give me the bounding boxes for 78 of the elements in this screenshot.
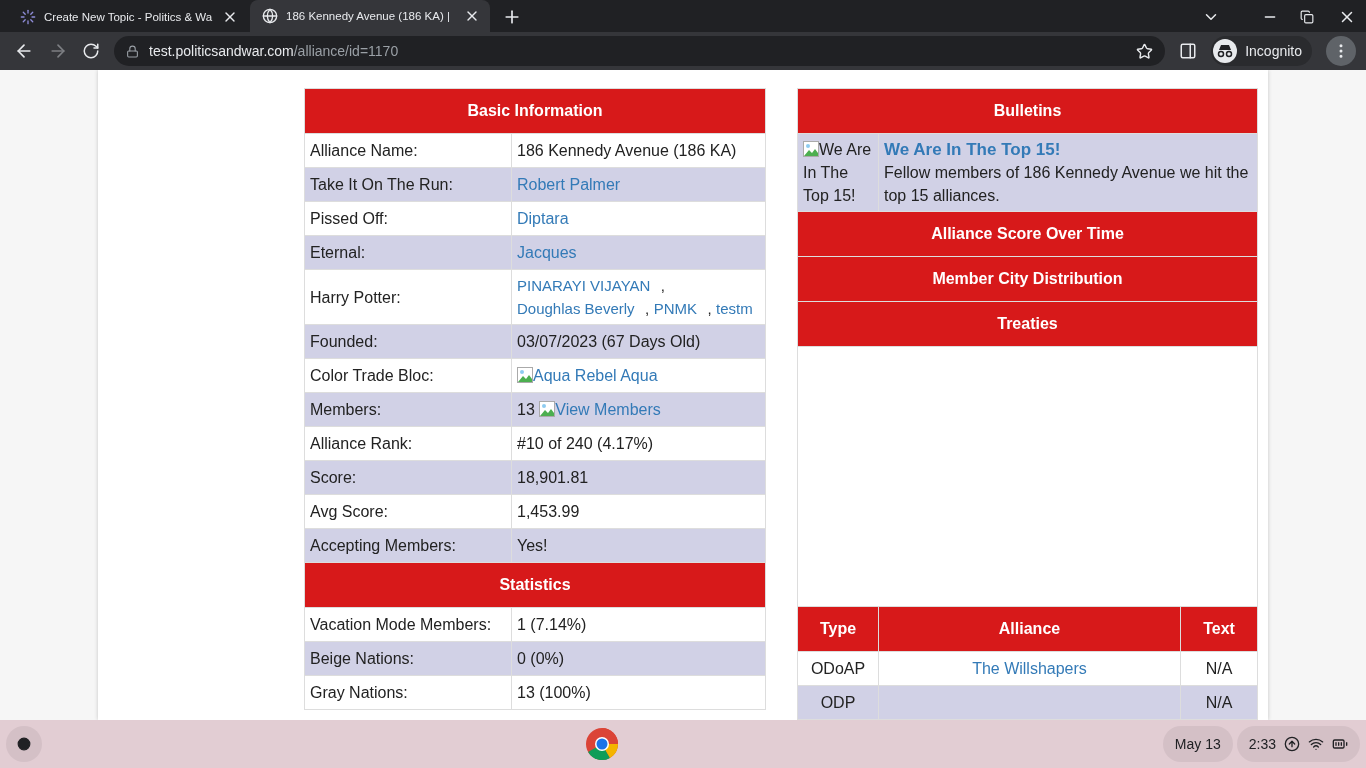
label-cell: Score: xyxy=(304,460,512,495)
value-text: Yes! xyxy=(517,537,548,554)
value-text: 13 xyxy=(517,401,535,418)
label-cell: Color Trade Bloc: xyxy=(304,358,512,393)
status-area[interactable]: 2:33 xyxy=(1236,726,1360,762)
broken-image-icon xyxy=(517,367,533,383)
globe-icon xyxy=(262,8,278,24)
value-text: 03/07/2023 (67 Days Old) xyxy=(517,333,701,350)
label-cell: Avg Score: xyxy=(304,494,512,529)
table-cell: N/A xyxy=(1180,685,1258,720)
url-text: test.politicsandwar.com/alliance/id=1170 xyxy=(149,43,399,59)
bulletin-title[interactable]: We Are In The Top 15! xyxy=(884,138,1252,161)
browser-icon[interactable] xyxy=(585,727,620,761)
star-icon[interactable] xyxy=(1136,42,1154,60)
name-link[interactable]: PINARAYI VIJAYAN xyxy=(517,277,657,294)
date-display[interactable]: May 13 xyxy=(1162,726,1233,762)
label-cell: Take It On The Run: xyxy=(304,167,512,202)
label-cell: Eternal: xyxy=(304,235,512,270)
browser-tab[interactable]: 186 Kennedy Avenue (186 KA) | xyxy=(250,0,490,32)
label-cell: Alliance Name: xyxy=(304,133,512,168)
section-header: Basic Information xyxy=(304,88,766,134)
side-panel-icon[interactable] xyxy=(1179,42,1198,60)
name-link[interactable]: Robert Palmer xyxy=(517,176,621,193)
image-link[interactable]: Aqua xyxy=(533,367,571,384)
section-header[interactable]: Member City Distribution xyxy=(797,256,1258,302)
name-link[interactable]: Rebel Aqua xyxy=(574,367,658,384)
loading-icon xyxy=(20,9,36,25)
section-header: Bulletins xyxy=(797,88,1258,134)
alliance-link[interactable]: The Willshapers xyxy=(972,660,1087,677)
name-link[interactable]: PNMK xyxy=(653,300,703,317)
link-list-cell: PINARAYI VIJAYAN , Doughlas Beverly , PNMK , testm xyxy=(511,269,766,325)
update-icon xyxy=(1284,736,1300,752)
launcher-icon[interactable] xyxy=(6,726,42,762)
reload-icon[interactable] xyxy=(82,42,100,60)
column-header: Type xyxy=(797,606,879,652)
value-text: 0 (0%) xyxy=(517,650,565,667)
section-header[interactable]: Alliance Score Over Time xyxy=(797,211,1258,257)
label-cell: Beige Nations: xyxy=(304,641,512,676)
section-header[interactable]: Treaties xyxy=(797,301,1258,347)
profile-button[interactable]: Incognito xyxy=(1211,36,1312,66)
menu-icon[interactable] xyxy=(1326,36,1356,66)
value-text: 13 (100%) xyxy=(517,684,591,701)
browser-tab[interactable]: Create New Topic - Politics & Wa xyxy=(8,2,248,32)
incognito-icon xyxy=(1213,39,1238,63)
clock-text: 2:33 xyxy=(1248,736,1276,752)
label-cell: Gray Nations: xyxy=(304,675,512,710)
name-link[interactable]: Diptara xyxy=(517,210,569,227)
section-header: Statistics xyxy=(304,562,766,608)
value-text: 1,453.99 xyxy=(517,503,580,520)
bulletin-text: Fellow members of 186 Kennedy Avenue we hit the top 15 alliances. xyxy=(884,163,1250,206)
label-cell: Alliance Rank: xyxy=(304,426,512,461)
value-text: 1 (7.14%) xyxy=(517,616,587,633)
table-cell: ODP xyxy=(797,685,879,720)
wifi-icon xyxy=(1308,736,1324,752)
label-cell: Pissed Off: xyxy=(304,201,512,236)
label-cell: Founded: xyxy=(304,324,512,359)
name-link[interactable]: Jacques xyxy=(517,244,577,261)
broken-image: We Are In The Top 15! xyxy=(803,140,873,206)
label-cell: Accepting Members: xyxy=(304,528,512,563)
value-text: 18,901.81 xyxy=(517,469,589,486)
label-cell: Members: xyxy=(304,392,512,427)
value-text: #10 of 240 (4.17%) xyxy=(517,435,654,452)
tab-title: 186 Kennedy Avenue (186 KA) | xyxy=(286,10,451,22)
broken-image-icon xyxy=(539,401,556,417)
column-header: Alliance xyxy=(878,606,1181,652)
lock-icon xyxy=(126,44,139,58)
table-cell: N/A xyxy=(1180,651,1258,686)
address-bar[interactable]: test.politicsandwar.com/alliance/id=1170 xyxy=(114,36,1166,66)
name-link[interactable]: Doughlas Beverly xyxy=(517,300,641,317)
value-text: 186 Kennedy Avenue (186 KA) xyxy=(517,142,737,159)
table-cell: ODoAP xyxy=(797,651,879,686)
label-cell: Harry Potter: xyxy=(304,269,512,325)
column-header: Text xyxy=(1180,606,1258,652)
battery-icon xyxy=(1332,736,1348,752)
label-cell: Vacation Mode Members: xyxy=(304,607,512,642)
image-link[interactable]: View Members xyxy=(555,401,661,418)
tab-title: Create New Topic - Politics & Wa xyxy=(44,11,214,23)
name-link[interactable]: testm xyxy=(716,300,759,317)
